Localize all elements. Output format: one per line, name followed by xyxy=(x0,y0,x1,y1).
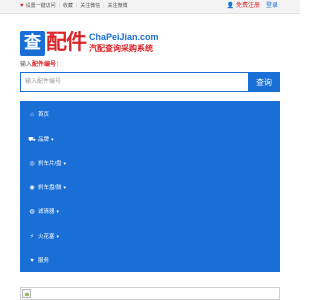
menu-item-home[interactable]: ⌂ 首页 xyxy=(28,111,49,119)
chevron-down-icon: ▾ xyxy=(56,209,60,215)
menu-item-label: 品牌 xyxy=(38,137,50,143)
search-hint: 输入配件编号： xyxy=(20,61,62,69)
heart-icon: ♥ xyxy=(20,3,24,9)
menu-item-label: 首页 xyxy=(38,112,50,118)
spark-plug-icon: ⚡ xyxy=(29,234,35,240)
menu-item-brake-pads[interactable]: ◎ 刹车片/盘 ▾ xyxy=(28,160,66,168)
weibo-link[interactable]: 关注微博 xyxy=(108,2,128,11)
menu-item-label: 刹车盘/鼓 xyxy=(38,185,62,191)
divider: | xyxy=(58,3,60,9)
car-icon: ⛟ xyxy=(28,137,36,143)
hint-suffix: ： xyxy=(56,62,63,68)
brake-icon: ◎ xyxy=(29,161,35,167)
logo-name: 配件 xyxy=(46,31,87,54)
banner-image[interactable] xyxy=(20,287,280,300)
search-bar: 查询 xyxy=(20,72,280,92)
hint-highlight: 配件编号 xyxy=(32,62,57,68)
register-link[interactable]: 免费注册 xyxy=(236,2,260,11)
menu-item-label: 滤清器 xyxy=(38,209,55,215)
nav-menu: ⌂ 首页 ⛟ 品牌 ▾ ◎ 刹车片/盘 ▾ ◉ 刹车盘/鼓 ▾ ◍ 滤清器 ▾ … xyxy=(20,101,280,272)
menu-item-brand[interactable]: ⛟ 品牌 ▾ xyxy=(28,136,54,144)
menu-item-spark-plugs[interactable]: ⚡ 火花塞 ▾ xyxy=(28,233,59,241)
site-logo[interactable]: 查 配件 ChaPeiJian.com 汽配查询采购系统 xyxy=(20,29,159,57)
bookmark-link[interactable]: 收藏 xyxy=(63,2,73,11)
chevron-down-icon: ▾ xyxy=(63,161,67,167)
disc-icon: ◉ xyxy=(29,185,35,191)
menu-item-label: 火花塞 xyxy=(38,234,55,240)
menu-item-filters[interactable]: ◍ 滤清器 ▾ xyxy=(28,208,59,216)
logo-mark: 查 xyxy=(20,30,45,56)
top-links: ♥ 设置一键访问 | 收藏 | 关注微信 | 关注微博 xyxy=(20,2,128,11)
part-number-input[interactable] xyxy=(20,72,248,92)
divider: | xyxy=(75,3,78,9)
logo-slogan: 汽配查询采购系统 xyxy=(89,44,153,53)
logo-domain: ChaPeiJian.com xyxy=(89,32,159,42)
heart-icon: ♥ xyxy=(30,258,34,264)
set-shortcut-link[interactable]: 设置一键访问 xyxy=(26,2,56,11)
user-icon: 👤 xyxy=(226,3,234,9)
chevron-down-icon: ▾ xyxy=(56,234,60,240)
filter-icon: ◍ xyxy=(29,209,35,215)
menu-item-label: 刹车片/盘 xyxy=(38,161,62,167)
chevron-down-icon: ▾ xyxy=(51,137,54,143)
login-link[interactable]: 登录 xyxy=(266,2,278,11)
chevron-down-icon: ▾ xyxy=(63,185,67,191)
hint-prefix: 输入 xyxy=(20,62,33,68)
top-bar: ♥ 设置一键访问 | 收藏 | 关注微信 | 关注微博 👤 免费注册 登录 xyxy=(0,0,300,14)
wechat-link[interactable]: 关注微信 xyxy=(80,2,100,11)
divider: | xyxy=(103,3,105,9)
home-icon: ⌂ xyxy=(30,112,34,118)
search-button[interactable]: 查询 xyxy=(248,72,280,92)
menu-item-brake-discs[interactable]: ◉ 刹车盘/鼓 ▾ xyxy=(28,184,66,192)
account-links: 👤 免费注册 登录 xyxy=(226,2,278,11)
broken-image-icon xyxy=(22,289,31,298)
logo-text: ChaPeiJian.com 汽配查询采购系统 xyxy=(89,32,159,54)
menu-item-service[interactable]: ♥ 服务 xyxy=(28,257,49,265)
menu-item-label: 服务 xyxy=(38,258,50,264)
